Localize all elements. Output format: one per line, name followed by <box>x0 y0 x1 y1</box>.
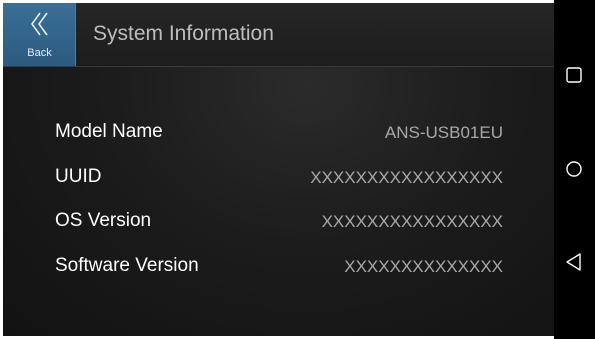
info-row-os-version: OS Version XXXXXXXXXXXXXXXX <box>3 210 554 240</box>
info-value: ANS-USB01EU <box>384 123 503 142</box>
app-screen: Back System Information Model Name ANS-U… <box>3 3 554 336</box>
info-row-uuid: UUID XXXXXXXXXXXXXXXXX <box>3 166 554 196</box>
recents-square-icon <box>566 67 582 83</box>
home-button[interactable] <box>562 157 586 181</box>
info-label: Model Name <box>55 121 163 142</box>
info-row-model-name: Model Name ANS-USB01EU <box>3 121 554 151</box>
system-nav-bar <box>554 0 595 339</box>
info-row-software-version: Software Version XXXXXXXXXXXXXX <box>3 255 554 285</box>
header-bar: Back System Information <box>3 3 554 67</box>
recents-button[interactable] <box>562 63 586 87</box>
back-label: Back <box>27 47 52 59</box>
info-value: XXXXXXXXXXXXXXXX <box>321 212 503 231</box>
info-label: UUID <box>55 166 102 187</box>
double-chevron-left-icon <box>31 12 48 36</box>
back-triangle-icon <box>566 253 581 271</box>
info-value: XXXXXXXXXXXXXXXXX <box>310 168 503 187</box>
page-title: System Information <box>93 22 274 45</box>
info-value: XXXXXXXXXXXXXX <box>344 257 503 276</box>
home-circle-icon <box>566 161 582 177</box>
system-back-button[interactable] <box>562 250 586 274</box>
info-label: OS Version <box>55 210 152 231</box>
back-button[interactable]: Back <box>3 3 76 66</box>
info-label: Software Version <box>55 255 199 276</box>
